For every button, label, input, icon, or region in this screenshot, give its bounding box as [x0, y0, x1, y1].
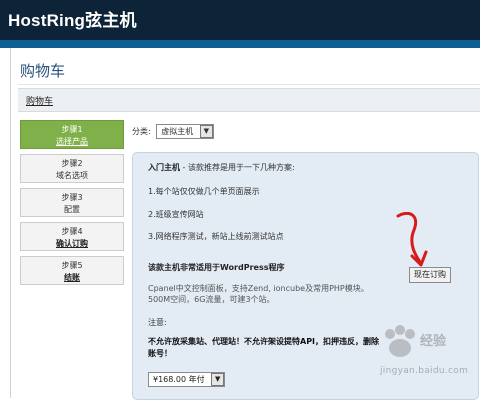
site-logo-text[interactable]: HostRing弦主机	[8, 6, 137, 31]
step-title: 步骤3	[61, 193, 83, 202]
step-title: 步骤1	[61, 125, 83, 134]
billing-cycle-select[interactable]: ¥168.00 年付 ▼	[148, 372, 226, 387]
step-title: 步骤4	[61, 227, 83, 236]
step-subtitle: 结账	[64, 273, 80, 282]
watermark-text: 经验	[420, 334, 447, 349]
step-subtitle: 选择产品	[56, 137, 88, 146]
breadcrumb-link-cart[interactable]: 购物车	[26, 94, 53, 107]
product-intro: - 该款推荐是用于一下几种方案:	[180, 163, 295, 172]
step-5-checkout[interactable]: 步骤5 结账	[20, 256, 124, 285]
annotation-arrow-icon	[396, 212, 428, 267]
product-recommendation: 该款主机非常适用于WordPress程序	[148, 263, 285, 272]
watermark-url: jingyan.baidu.com	[380, 366, 469, 376]
dropdown-arrow-icon[interactable]: ▼	[211, 373, 225, 386]
step-subtitle: 配置	[64, 205, 80, 214]
step-subtitle: 确认订购	[56, 239, 88, 248]
step-subtitle: 域名选项	[56, 171, 88, 180]
note-label: 注意:	[148, 318, 167, 327]
product-option-2: 2.班级宣传网站	[148, 210, 204, 219]
price-value: ¥168.00 年付	[153, 375, 205, 384]
category-filter: 分类: 虚拟主机 ▼	[132, 124, 214, 139]
features-line-2: 500M空间，6G流量，可建3个站。	[148, 295, 275, 304]
features-line-1: Cpanel中文控制面板，支持Zend, ioncube及常用PHP模块。	[148, 284, 369, 293]
baidu-watermark: 经验 jingyan.baidu.com	[378, 322, 480, 398]
product-option-3: 3.网络程序测试，新站上线前测试站点	[148, 232, 284, 241]
product-features: Cpanel中文控制面板，支持Zend, ioncube及常用PHP模块。 50…	[148, 283, 408, 305]
title-divider	[18, 84, 480, 85]
dropdown-arrow-icon[interactable]: ▼	[199, 125, 213, 138]
page-title: 购物车	[20, 62, 66, 80]
step-3-configure[interactable]: 步骤3 配置	[20, 188, 124, 217]
step-4-confirm-order[interactable]: 步骤4 确认订购	[20, 222, 124, 251]
top-header: HostRing弦主机	[0, 0, 480, 40]
paw-logo-icon	[385, 325, 415, 357]
category-label: 分类:	[132, 127, 151, 136]
step-title: 步骤5	[61, 261, 83, 270]
category-select[interactable]: 虚拟主机 ▼	[156, 124, 214, 139]
step-title: 步骤2	[61, 159, 83, 168]
checkout-steps: 步骤1 选择产品 步骤2 域名选项 步骤3 配置 步骤4 确认订购 步骤5 结账	[20, 120, 124, 290]
step-1-select-product[interactable]: 步骤1 选择产品	[20, 120, 124, 149]
product-name: 入门主机	[148, 163, 180, 172]
step-2-domain-options[interactable]: 步骤2 域名选项	[20, 154, 124, 183]
product-option-1: 1.每个站仅仅做几个单页面展示	[148, 187, 260, 196]
header-accent-bar	[0, 40, 480, 48]
category-selected-value: 虚拟主机	[161, 127, 194, 136]
product-heading: 入门主机 - 该款推荐是用于一下几种方案:	[148, 162, 295, 173]
breadcrumb: 购物车	[18, 88, 480, 112]
usage-warning: 不允许放采集站、代理站！不允许架设提特API，扣押违反，删除账号！	[148, 337, 380, 358]
